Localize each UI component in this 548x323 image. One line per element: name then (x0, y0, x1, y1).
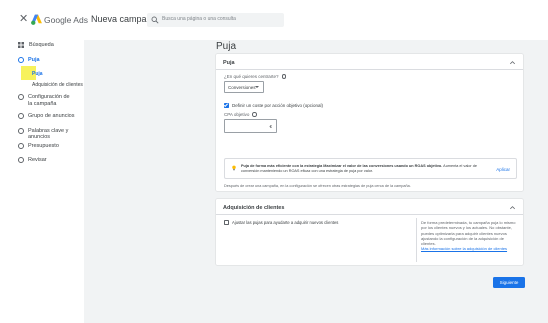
vertical-divider (416, 218, 417, 262)
sidebar-item-revisar[interactable]: Revisar (18, 157, 47, 163)
focus-question: ¿En qué quieres centrarte? (224, 74, 287, 79)
sidebar-item-configuracion[interactable]: Configuración de la campaña (18, 94, 74, 107)
customer-acquisition-help: De forma predeterminada, tu campaña puja… (421, 220, 516, 252)
help-text: De forma predeterminada, tu campaña puja… (421, 220, 516, 247)
sidebar-item-grupo-anuncios[interactable]: Grupo de anuncios (18, 113, 74, 119)
focus-select-value: Conversiones (228, 85, 256, 90)
customer-acquisition-card: Adquisición de clientes Ajustar las puja… (216, 199, 523, 265)
main-content: Puja Puja ¿En qué quieres centrarte? Con… (84, 40, 548, 323)
bid-footer-note: Después de crear una campaña, en la conf… (224, 184, 411, 188)
sidebar-item-label: Palabras clave y anuncios (28, 128, 69, 140)
notice-text: Puja de forma más eficiente con la estra… (241, 164, 483, 174)
new-customers-checkbox-label: Ajustar las pujas para ayudarte a adquir… (232, 220, 339, 225)
google-ads-logo-icon (31, 14, 42, 25)
search-icon (151, 16, 159, 24)
chevron-up-icon[interactable] (509, 59, 516, 66)
sidebar-item-busqueda[interactable]: Búsqueda (18, 42, 54, 48)
lightbulb-icon (232, 165, 236, 171)
step-circle-icon (18, 128, 24, 134)
sidebar-item-presupuesto[interactable]: Presupuesto (18, 143, 59, 149)
cpa-label: CPA objetivo (224, 112, 257, 117)
apply-button[interactable]: Aplicar (496, 167, 510, 172)
target-cpa-checkbox[interactable] (224, 103, 229, 108)
recommendation-notice: Puja de forma más eficiente con la estra… (224, 158, 517, 179)
focus-select[interactable]: Conversiones (224, 81, 264, 93)
dropdown-caret-icon (255, 86, 259, 88)
step-circle-icon (18, 157, 24, 163)
page-title: Puja (216, 41, 237, 52)
close-icon[interactable]: ✕ (19, 14, 28, 25)
sidebar-item-palabras-clave[interactable]: Palabras clave y anuncios (18, 128, 84, 140)
cpa-label-text: CPA objetivo (224, 112, 250, 117)
step-circle-icon (18, 94, 24, 100)
next-button[interactable]: Siguiente (493, 277, 525, 288)
cpa-input[interactable]: € (224, 119, 277, 133)
customer-acquisition-body: Ajustar las pujas para ayudarte a adquir… (216, 215, 523, 265)
help-icon[interactable] (281, 74, 287, 79)
sidebar: Búsqueda Puja Puja Adquisición de client… (0, 40, 84, 323)
new-customers-checkbox[interactable] (224, 220, 229, 225)
step-circle-icon (18, 143, 24, 149)
sidebar-subitem-adquisicion[interactable]: Adquisición de clientes (32, 82, 83, 88)
sidebar-subitem-puja[interactable]: Puja (32, 71, 43, 77)
step-circle-icon (18, 113, 24, 119)
currency-symbol: € (269, 124, 272, 129)
search-placeholder: Busca una página o una consulta (162, 16, 236, 22)
sidebar-item-label: Presupuesto (28, 143, 59, 149)
customer-acquisition-header: Adquisición de clientes (223, 205, 285, 211)
search-input[interactable]: Busca una página o una consulta (147, 13, 284, 27)
notice-bold-text: Puja de forma más eficiente con la estra… (241, 164, 443, 168)
sidebar-item-label: Configuración de la campaña (28, 94, 70, 107)
sidebar-item-puja[interactable]: Puja (18, 57, 40, 63)
sidebar-item-label: Búsqueda (29, 42, 54, 48)
sidebar-item-label: Revisar (28, 157, 47, 163)
bid-card: Puja ¿En qué quieres centrarte? Conversi… (216, 54, 523, 191)
brand-name: Google Ads (44, 15, 88, 25)
learn-more-link[interactable]: Más información sobre la adquisición de … (421, 246, 516, 251)
chevron-up-icon[interactable] (509, 204, 516, 211)
sidebar-item-label: Puja (28, 57, 40, 63)
grid-icon (18, 42, 24, 48)
divider (216, 69, 523, 70)
bid-card-header: Puja (223, 60, 235, 66)
top-bar: ✕ Google Ads Nueva campaña Busca una pág… (0, 0, 548, 40)
target-cpa-checkbox-label: Definir un coste por acción objetivo (op… (232, 103, 324, 108)
focus-question-label: ¿En qué quieres centrarte? (224, 74, 279, 79)
sidebar-item-label: Grupo de anuncios (28, 113, 75, 119)
step-circle-icon (18, 57, 24, 63)
help-icon[interactable] (252, 112, 257, 117)
